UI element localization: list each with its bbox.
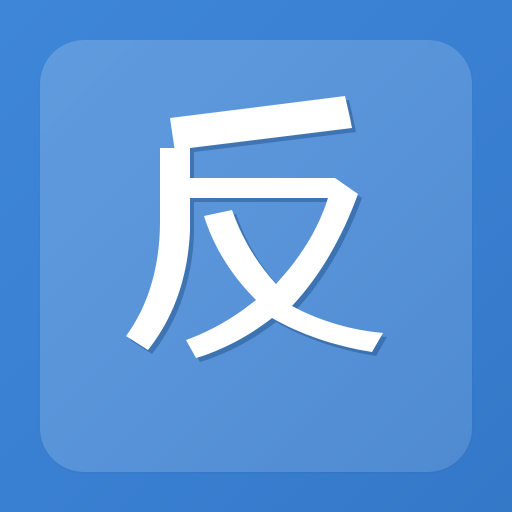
fan-character-icon xyxy=(0,0,512,512)
